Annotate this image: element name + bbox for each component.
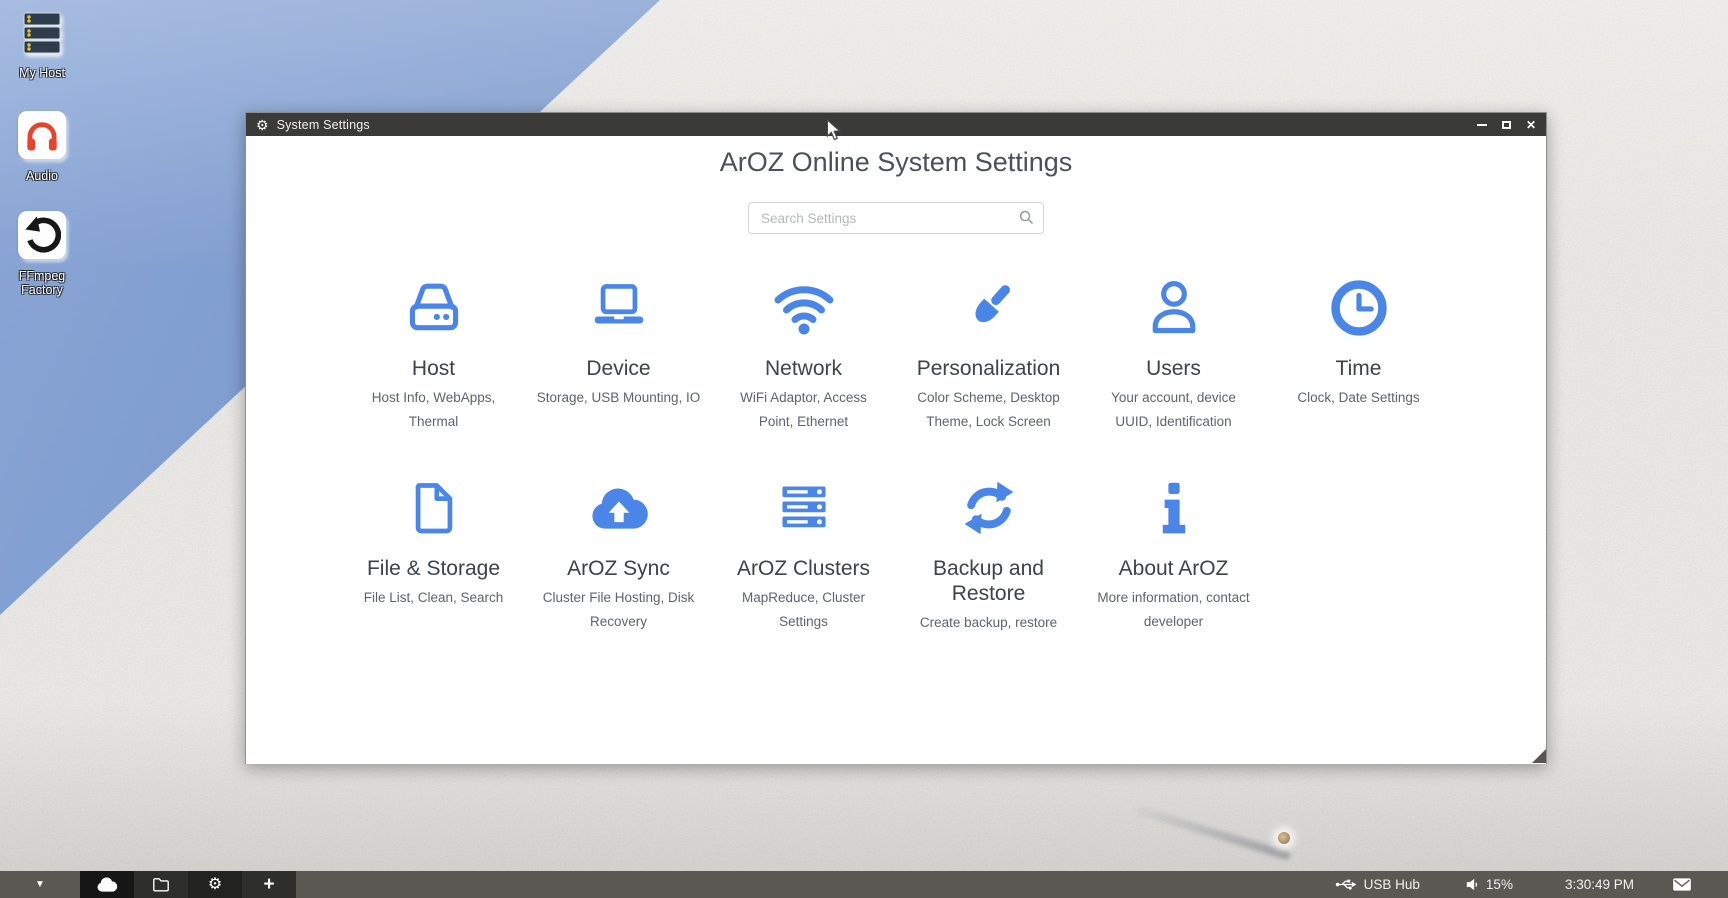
settings-item-backup-restore[interactable]: Backup and Restore Create backup, restor…: [896, 478, 1081, 635]
desktop-icon-label: My Host: [19, 66, 65, 80]
settings-item-users[interactable]: Users Your account, device UUID, Identif…: [1081, 278, 1266, 434]
settings-item-subtitle: Storage, USB Mounting, IO: [537, 386, 701, 410]
taskbar-tile-files[interactable]: [134, 871, 188, 898]
envelope-icon: [1672, 877, 1692, 892]
about-aroz-icon: [1144, 478, 1204, 538]
gear-icon: ⚙: [256, 118, 269, 132]
aroz-clusters-icon: [774, 478, 834, 538]
file-storage-icon: [404, 478, 464, 538]
settings-item-title: ArOZ Clusters: [737, 556, 870, 581]
taskbar-status-area: USB Hub 15% 3:30:49 PM: [1335, 877, 1728, 892]
settings-item-subtitle: MapReduce, Cluster Settings: [721, 586, 886, 634]
settings-item-subtitle: Cluster File Hosting, Disk Recovery: [536, 586, 701, 634]
personalization-icon: [959, 278, 1019, 338]
settings-item-subtitle: Color Scheme, Desktop Theme, Lock Screen: [906, 386, 1071, 434]
settings-item-file-storage[interactable]: File & Storage File List, Clean, Search: [341, 478, 526, 635]
desktop-icon-audio[interactable]: Audio: [4, 111, 80, 183]
settings-item-title: Device: [586, 356, 650, 381]
gear-icon: ⚙: [208, 877, 222, 893]
taskbar-tile-settings[interactable]: ⚙: [188, 871, 242, 898]
settings-item-title: Network: [765, 356, 842, 381]
maximize-button[interactable]: [1502, 121, 1511, 129]
settings-item-time[interactable]: Time Clock, Date Settings: [1266, 278, 1451, 434]
wall-nail-shadow: [1134, 805, 1292, 861]
usb-status[interactable]: USB Hub: [1335, 877, 1420, 892]
settings-row-1: Host Host Info, WebApps, Thermal Device …: [341, 278, 1451, 434]
desktop-icon-label: Audio: [26, 169, 58, 183]
aroz-sync-icon: [588, 478, 650, 538]
clock-status[interactable]: 3:30:49 PM: [1565, 877, 1634, 892]
usb-label: USB Hub: [1364, 877, 1420, 892]
taskbar-tile-add[interactable]: +: [242, 871, 296, 898]
desktop-icon-ffmpeg-factory[interactable]: FFmpeg Factory: [4, 211, 80, 297]
settings-item-device[interactable]: Device Storage, USB Mounting, IO: [526, 278, 711, 434]
desktop-icon-label: FFmpeg Factory: [4, 269, 80, 297]
search-icon: [1019, 210, 1034, 225]
window-body: ArOZ Online System Settings: [246, 136, 1546, 764]
window-title: System Settings: [277, 118, 370, 132]
settings-item-host[interactable]: Host Host Info, WebApps, Thermal: [341, 278, 526, 434]
desktop: My Host Audio FFmpeg Factory ⚙ System Se…: [0, 0, 1728, 898]
host-icon: [404, 278, 464, 338]
settings-item-personalization[interactable]: Personalization Color Scheme, Desktop Th…: [896, 278, 1081, 434]
time-icon: [1329, 278, 1389, 338]
settings-item-aroz-sync[interactable]: ArOZ Sync Cluster File Hosting, Disk Rec…: [526, 478, 711, 635]
clock-text: 3:30:49 PM: [1565, 877, 1634, 892]
taskbar-menu-arrow-icon[interactable]: ▼: [0, 879, 80, 890]
taskbar-tile-cloud[interactable]: [80, 871, 134, 898]
backup-restore-icon: [959, 478, 1019, 538]
network-icon: [771, 278, 837, 338]
settings-row-2: File & Storage File List, Clean, Search …: [341, 478, 1451, 635]
settings-item-subtitle: Your account, device UUID, Identificatio…: [1091, 386, 1256, 434]
recycle-arrow-icon: [23, 216, 61, 254]
minimize-button[interactable]: [1477, 124, 1487, 126]
speaker-icon: [1466, 878, 1479, 891]
settings-grid: Host Host Info, WebApps, Thermal Device …: [341, 278, 1451, 635]
users-icon: [1144, 278, 1204, 338]
cloud-icon: [96, 876, 119, 893]
window-resize-handle[interactable]: [1532, 749, 1546, 763]
settings-item-network[interactable]: Network WiFi Adaptor, Access Point, Ethe…: [711, 278, 896, 434]
settings-item-aroz-clusters[interactable]: ArOZ Clusters MapReduce, Cluster Setting…: [711, 478, 896, 635]
device-icon: [589, 278, 649, 338]
system-settings-window: ⚙ System Settings ✕ ArOZ Online System S…: [245, 112, 1547, 764]
taskbar: ▼ ⚙ +: [0, 871, 1728, 898]
headphones-icon: [23, 116, 61, 154]
settings-item-subtitle: Host Info, WebApps, Thermal: [351, 386, 516, 434]
settings-item-subtitle: Create backup, restore: [920, 611, 1057, 635]
settings-item-subtitle: More information, contact developer: [1091, 586, 1256, 634]
settings-item-subtitle: WiFi Adaptor, Access Point, Ethernet: [721, 386, 886, 434]
settings-item-title: ArOZ Sync: [567, 556, 670, 581]
settings-item-about-aroz[interactable]: About ArOZ More information, contact dev…: [1081, 478, 1266, 635]
settings-item-title: Time: [1336, 356, 1382, 381]
close-button[interactable]: ✕: [1526, 119, 1536, 131]
server-rack-icon: [19, 10, 65, 56]
settings-item-title: Host: [412, 356, 455, 381]
mail-status[interactable]: [1672, 877, 1692, 892]
folder-icon: [152, 877, 170, 892]
search-box: [748, 202, 1044, 234]
volume-status[interactable]: 15%: [1466, 877, 1513, 892]
wall-nail: [1278, 832, 1290, 844]
page-title: ArOZ Online System Settings: [246, 147, 1546, 178]
volume-percent: 15%: [1486, 877, 1513, 892]
usb-icon: [1335, 878, 1357, 891]
settings-item-title: Users: [1146, 356, 1201, 381]
settings-item-title: Backup and Restore: [906, 556, 1071, 606]
settings-item-title: About ArOZ: [1119, 556, 1229, 581]
settings-item-subtitle: File List, Clean, Search: [364, 586, 504, 610]
plus-icon: +: [263, 875, 274, 894]
settings-item-title: Personalization: [917, 356, 1061, 381]
window-titlebar[interactable]: ⚙ System Settings ✕: [246, 113, 1546, 136]
settings-item-title: File & Storage: [367, 556, 500, 581]
settings-item-subtitle: Clock, Date Settings: [1297, 386, 1419, 410]
desktop-icon-my-host[interactable]: My Host: [4, 10, 80, 80]
search-input[interactable]: [748, 202, 1044, 234]
